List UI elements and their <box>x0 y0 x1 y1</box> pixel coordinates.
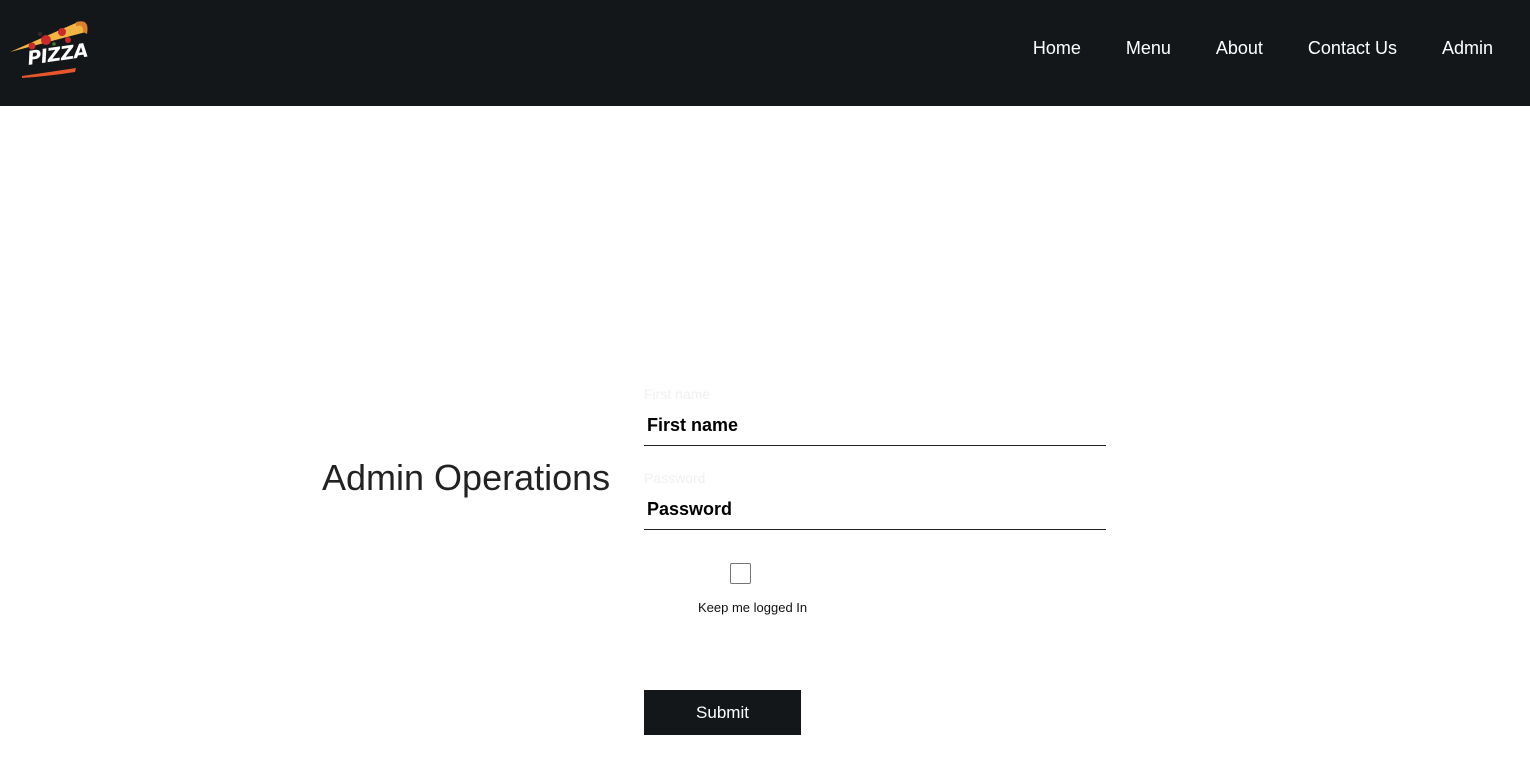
password-field-group: Password <box>644 470 1106 530</box>
password-label: Password <box>644 470 706 486</box>
keep-logged-in-checkbox[interactable] <box>730 563 751 584</box>
nav-contact-link[interactable]: Contact Us <box>1308 37 1397 59</box>
navbar: PIZZA Home Menu About Contact Us Admin <box>0 0 1530 106</box>
password-input[interactable] <box>644 490 1106 530</box>
main-nav: Home Menu About Contact Us Admin <box>1033 37 1493 59</box>
submit-button[interactable]: Submit <box>644 690 801 735</box>
first-name-field-group: First name <box>644 386 1106 446</box>
first-name-label: First name <box>644 386 711 402</box>
nav-about-link[interactable]: About <box>1216 37 1263 59</box>
brand-logo[interactable]: PIZZA <box>6 18 90 80</box>
page-title: Admin Operations <box>322 457 611 498</box>
nav-menu-link[interactable]: Menu <box>1126 37 1171 59</box>
nav-admin-link[interactable]: Admin <box>1442 37 1493 59</box>
keep-logged-in-label: Keep me logged In <box>698 600 808 615</box>
first-name-input[interactable] <box>644 406 1106 446</box>
nav-home-link[interactable]: Home <box>1033 37 1081 59</box>
